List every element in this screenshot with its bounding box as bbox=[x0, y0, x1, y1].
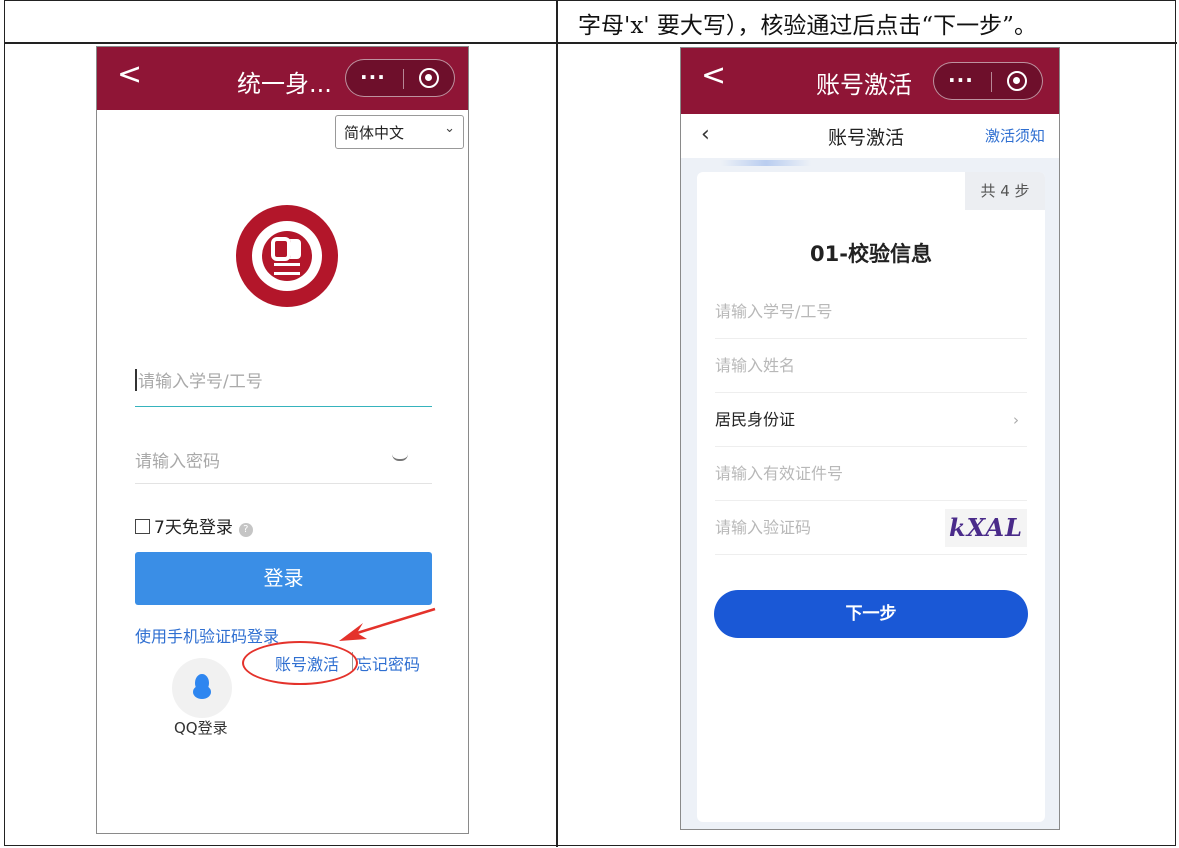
id-number-placeholder: 请输入有效证件号 bbox=[715, 464, 844, 483]
student-id-input[interactable]: 请输入学号/工号 bbox=[715, 285, 1027, 339]
close-miniprogram-icon[interactable] bbox=[1007, 71, 1027, 91]
annotation-ellipse bbox=[242, 641, 358, 685]
capsule-divider bbox=[403, 69, 404, 89]
progress-indicator bbox=[721, 160, 811, 166]
language-value: 简体中文 bbox=[344, 124, 405, 142]
qq-login-label: QQ登录 bbox=[174, 719, 228, 737]
username-input[interactable]: 请输入学号/工号 bbox=[135, 367, 432, 407]
forgot-password-link[interactable]: 忘记密码 bbox=[356, 651, 420, 675]
login-screenshot: < 统一身... ··· 简体中文 ⌄ 请输入学号/工号 请输入密码 7天免登录… bbox=[96, 46, 469, 834]
sms-login-link[interactable]: 使用手机验证码登录 bbox=[135, 623, 279, 647]
qq-penguin-icon bbox=[193, 674, 211, 699]
back-icon[interactable]: < bbox=[701, 58, 726, 93]
captcha-input[interactable]: 请输入验证码 kXAL bbox=[715, 501, 1027, 555]
capsule-divider bbox=[991, 72, 992, 92]
name-placeholder: 请输入姓名 bbox=[715, 356, 796, 375]
id-number-input[interactable]: 请输入有效证件号 bbox=[715, 447, 1027, 501]
page-title: 账号激活 bbox=[816, 71, 912, 99]
table-column-divider bbox=[556, 1, 558, 847]
miniprogram-capsule: ··· bbox=[933, 62, 1043, 100]
page-title: 统一身... bbox=[237, 70, 332, 98]
id-type-value: 居民身份证 bbox=[715, 410, 796, 429]
annotation-arrow-icon bbox=[339, 607, 436, 641]
captcha-image[interactable]: kXAL bbox=[945, 509, 1027, 547]
help-icon[interactable]: ? bbox=[238, 523, 253, 537]
back-icon[interactable]: < bbox=[117, 57, 142, 92]
username-placeholder: 请输入学号/工号 bbox=[138, 372, 263, 392]
table-row-divider bbox=[5, 42, 1177, 44]
university-logo bbox=[236, 205, 338, 307]
eye-closed-icon[interactable] bbox=[392, 454, 408, 461]
qq-login-button[interactable] bbox=[172, 658, 232, 718]
step-title: 01-校验信息 bbox=[810, 242, 932, 266]
page-nav-bar: ‹ 账号激活 激活须知 bbox=[681, 114, 1059, 158]
instruction-text: 字母'x' 要大写），核验通过后点击“下一步”。 bbox=[578, 13, 1037, 39]
nav-back-icon[interactable]: ‹ bbox=[701, 122, 710, 147]
wechat-title-bar: < 账号激活 ··· bbox=[681, 48, 1059, 114]
nav-title: 账号激活 bbox=[828, 127, 905, 149]
wechat-title-bar: < 统一身... ··· bbox=[97, 47, 468, 110]
more-icon[interactable]: ··· bbox=[948, 68, 974, 92]
captcha-placeholder: 请输入验证码 bbox=[715, 518, 812, 537]
student-id-placeholder: 请输入学号/工号 bbox=[715, 302, 833, 321]
remember-login[interactable]: 7天免登录? bbox=[135, 513, 253, 538]
steps-count-badge: 共 4 步 bbox=[965, 172, 1045, 210]
verify-card: 共 4 步 01-校验信息 请输入学号/工号 请输入姓名 居民身份证 › 请输入… bbox=[697, 172, 1045, 822]
remember-label: 7天免登录 bbox=[154, 518, 233, 538]
miniprogram-capsule: ··· bbox=[345, 59, 455, 97]
text-caret bbox=[135, 369, 137, 391]
logo-bars bbox=[274, 263, 300, 275]
activation-screenshot: < 账号激活 ··· ‹ 账号激活 激活须知 共 4 步 01-校验信息 请输入… bbox=[680, 47, 1060, 830]
more-icon[interactable]: ··· bbox=[360, 65, 386, 89]
language-select[interactable]: 简体中文 ⌄ bbox=[335, 115, 464, 149]
close-miniprogram-icon[interactable] bbox=[419, 68, 439, 88]
id-type-select[interactable]: 居民身份证 › bbox=[715, 393, 1027, 447]
chevron-down-icon: ⌄ bbox=[444, 121, 455, 136]
chevron-right-icon: › bbox=[1013, 411, 1019, 429]
name-input[interactable]: 请输入姓名 bbox=[715, 339, 1027, 393]
next-step-button[interactable]: 下一步 bbox=[714, 590, 1028, 638]
password-placeholder: 请输入密码 bbox=[135, 452, 220, 472]
activation-notice-link[interactable]: 激活须知 bbox=[985, 125, 1045, 146]
remember-checkbox[interactable] bbox=[135, 519, 150, 534]
logo-ring bbox=[252, 221, 322, 291]
password-input[interactable]: 请输入密码 bbox=[135, 447, 432, 484]
